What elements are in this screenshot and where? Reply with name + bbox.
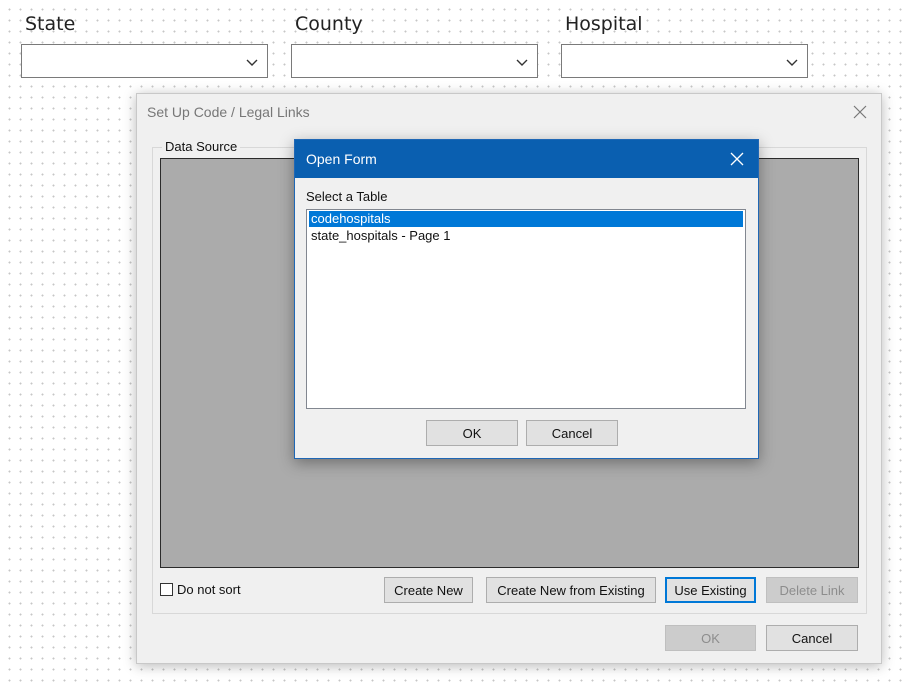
ok-button[interactable]: OK	[665, 625, 756, 651]
open-form-cancel-button[interactable]: Cancel	[526, 420, 618, 446]
open-form-ok-button[interactable]: OK	[426, 420, 518, 446]
do-not-sort-checkbox[interactable]: Do not sort	[160, 582, 241, 597]
list-item-state-hospitals[interactable]: state_hospitals - Page 1	[309, 228, 743, 244]
state-dropdown[interactable]	[21, 44, 268, 78]
chevron-down-icon	[786, 59, 798, 66]
hospital-dropdown[interactable]	[561, 44, 808, 78]
county-label: County	[295, 13, 363, 35]
list-item-codehospitals[interactable]: codehospitals	[309, 211, 743, 227]
select-table-label: Select a Table	[306, 189, 388, 204]
table-listbox[interactable]: codehospitals state_hospitals - Page 1	[306, 209, 746, 409]
delete-link-button[interactable]: Delete Link	[766, 577, 858, 603]
do-not-sort-label: Do not sort	[177, 582, 241, 597]
close-icon[interactable]	[730, 152, 744, 166]
close-icon[interactable]	[853, 105, 867, 119]
open-form-dialog: Open Form Select a Table codehospitals s…	[294, 139, 759, 459]
create-new-from-existing-button[interactable]: Create New from Existing	[486, 577, 656, 603]
chevron-down-icon	[246, 59, 258, 66]
county-dropdown[interactable]	[291, 44, 538, 78]
dialog-title: Set Up Code / Legal Links	[147, 104, 310, 120]
state-label: State	[25, 13, 76, 35]
data-source-label: Data Source	[162, 139, 241, 154]
create-new-button[interactable]: Create New	[384, 577, 473, 603]
cancel-button[interactable]: Cancel	[766, 625, 858, 651]
use-existing-button[interactable]: Use Existing	[665, 577, 756, 603]
checkbox-box[interactable]	[160, 583, 173, 596]
chevron-down-icon	[516, 59, 528, 66]
open-form-title: Open Form	[306, 151, 377, 167]
hospital-label: Hospital	[565, 13, 643, 35]
open-form-titlebar: Open Form	[295, 140, 758, 178]
